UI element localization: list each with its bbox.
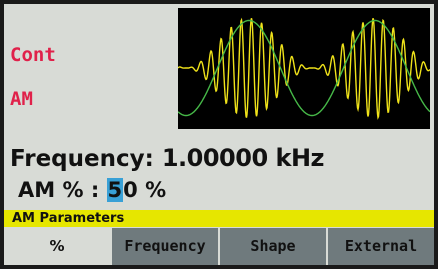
waveform-svg <box>177 17 431 120</box>
am-depth-digit: 0 <box>123 178 138 202</box>
run-mode-label: Cont <box>10 44 56 66</box>
frequency-label: Frequency: <box>10 146 154 172</box>
softkey-percent[interactable]: % <box>4 228 112 265</box>
modulation-type-label: AM <box>10 88 33 110</box>
am-depth-cursor-digit[interactable]: 5 <box>106 178 124 202</box>
am-parameters-bar: AM Parameters <box>4 210 434 227</box>
softkey-frequency[interactable]: Frequency <box>112 228 220 265</box>
am-depth-label: AM % : <box>18 178 100 202</box>
softkey-shape[interactable]: Shape <box>220 228 328 265</box>
frequency-value: 1.00000 kHz <box>161 144 325 172</box>
am-depth-unit: % <box>145 178 167 202</box>
softkey-external[interactable]: External <box>328 228 434 265</box>
carrier-wave <box>177 17 431 120</box>
waveform-preview <box>177 8 431 129</box>
softkey-row: % Frequency Shape External <box>4 228 434 265</box>
frequency-readout[interactable]: Frequency: 1.00000 kHz <box>10 144 325 172</box>
am-depth-readout[interactable]: AM % : 50 % <box>18 178 166 202</box>
generator-display: Cont AM Frequency: 1.00000 kHz AM % : 50 … <box>4 4 434 265</box>
